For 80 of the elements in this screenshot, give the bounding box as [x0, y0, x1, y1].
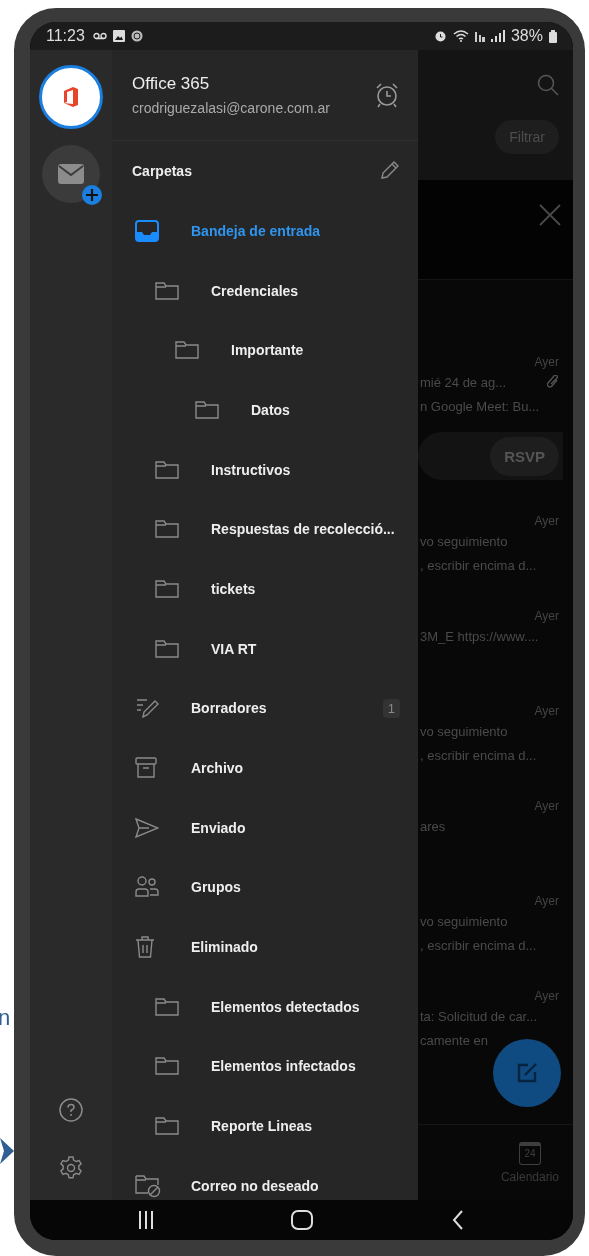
folder-icon	[195, 400, 219, 419]
voicemail-icon	[92, 32, 107, 40]
folder-item[interactable]: Enviado	[112, 797, 418, 858]
folder-icon	[155, 520, 179, 539]
folder-item[interactable]: Instructivos	[112, 439, 418, 500]
folder-item[interactable]: Reporte Lineas	[112, 1096, 418, 1156]
folder-item[interactable]: Credenciales	[112, 260, 418, 321]
battery-icon	[549, 29, 557, 43]
account-email: crodriguezalasi@carone.com.ar	[132, 100, 330, 116]
trash-icon	[135, 935, 155, 960]
mail-preview-text: ta: Solicitud de car...	[420, 1008, 538, 1024]
back-icon[interactable]	[451, 1210, 464, 1230]
signal-icon	[490, 30, 505, 42]
folder-icon	[155, 997, 179, 1016]
folder-item[interactable]: Correo no deseado	[112, 1156, 418, 1200]
send-icon	[135, 817, 159, 838]
folder-item[interactable]: Eliminado	[112, 917, 418, 977]
plus-icon	[82, 185, 102, 205]
folder-item[interactable]: Elementos detectados	[112, 976, 418, 1037]
mail-preview-text: vo seguimiento	[420, 533, 508, 549]
folder-icon	[175, 341, 199, 360]
mail-preview-text: , escribir encima d...	[420, 937, 537, 953]
mail-preview-text: mié 24 de ag...	[420, 374, 506, 390]
folders-heading: Carpetas	[132, 163, 192, 179]
inbox-icon	[135, 219, 159, 242]
mail-preview-text: vo seguimiento	[420, 723, 508, 739]
folder-blocked-icon	[135, 1173, 161, 1198]
status-time: 11:23	[46, 27, 85, 45]
image-icon	[112, 30, 125, 42]
mail-preview-text: vo seguimiento	[420, 913, 508, 929]
mail-preview-text: , escribir encima d...	[420, 747, 537, 763]
compose-icon	[516, 1062, 538, 1084]
folder-icon	[155, 281, 179, 300]
office-logo-icon	[63, 87, 79, 107]
pencil-icon[interactable]	[378, 160, 400, 182]
people-icon	[135, 876, 159, 899]
mail-preview-text: ares	[420, 818, 446, 834]
folder-item[interactable]: Datos	[112, 380, 418, 440]
home-icon[interactable]	[291, 1210, 314, 1230]
folder-item[interactable]: Importante	[112, 320, 418, 381]
folder-icon	[155, 579, 179, 598]
mail-date: Ayer	[534, 513, 559, 529]
search-icon[interactable]	[537, 74, 559, 96]
folder-item[interactable]: Respuestas de recolecció...	[112, 499, 418, 560]
folder-item[interactable]: tickets	[112, 559, 418, 619]
archive-box-icon	[135, 757, 157, 780]
unread-count: 1	[382, 698, 400, 718]
envelope-icon	[58, 164, 84, 184]
battery-percent: 38%	[510, 27, 543, 45]
pointer-arrow-icon	[0, 1138, 14, 1164]
mail-date: Ayer	[534, 988, 559, 1004]
mail-preview-text: , escribir encima d...	[420, 557, 537, 573]
mail-date: Ayer	[534, 893, 559, 909]
mail-preview-text: 3M_E https://www....	[420, 628, 539, 644]
mail-preview-text: n Google Meet: Bu...	[420, 398, 540, 414]
mail-preview-text: camente en	[420, 1032, 488, 1048]
folder-item[interactable]: Borradores 1	[112, 678, 418, 739]
folder-item[interactable]: Bandeja de entrada	[112, 201, 418, 261]
mail-date: Ayer	[534, 608, 559, 624]
folder-item[interactable]: VIA RT	[112, 618, 418, 679]
mail-date: Ayer	[534, 703, 559, 719]
folder-icon	[155, 1117, 179, 1136]
folder-icon	[155, 460, 179, 479]
settings-icon[interactable]	[59, 1156, 83, 1180]
alarm-clock-icon[interactable]	[374, 82, 400, 108]
folder-icon	[155, 639, 179, 658]
folder-item[interactable]: Archivo	[112, 738, 418, 798]
folder-item[interactable]: Elementos infectados	[112, 1036, 418, 1097]
folder-icon	[155, 1057, 179, 1076]
pencil-lines-icon	[135, 696, 159, 721]
folder-item[interactable]: Grupos	[112, 857, 418, 918]
account-name: Office 365	[132, 74, 211, 94]
alarm-icon	[433, 30, 447, 42]
help-icon[interactable]	[59, 1098, 83, 1122]
wifi-icon	[452, 30, 469, 42]
annotation-text: n	[0, 1006, 11, 1030]
recent-apps-icon[interactable]	[139, 1211, 154, 1229]
mail-date: Ayer	[534, 798, 559, 814]
target-icon	[130, 30, 143, 42]
mail-date: Ayer	[534, 354, 559, 370]
